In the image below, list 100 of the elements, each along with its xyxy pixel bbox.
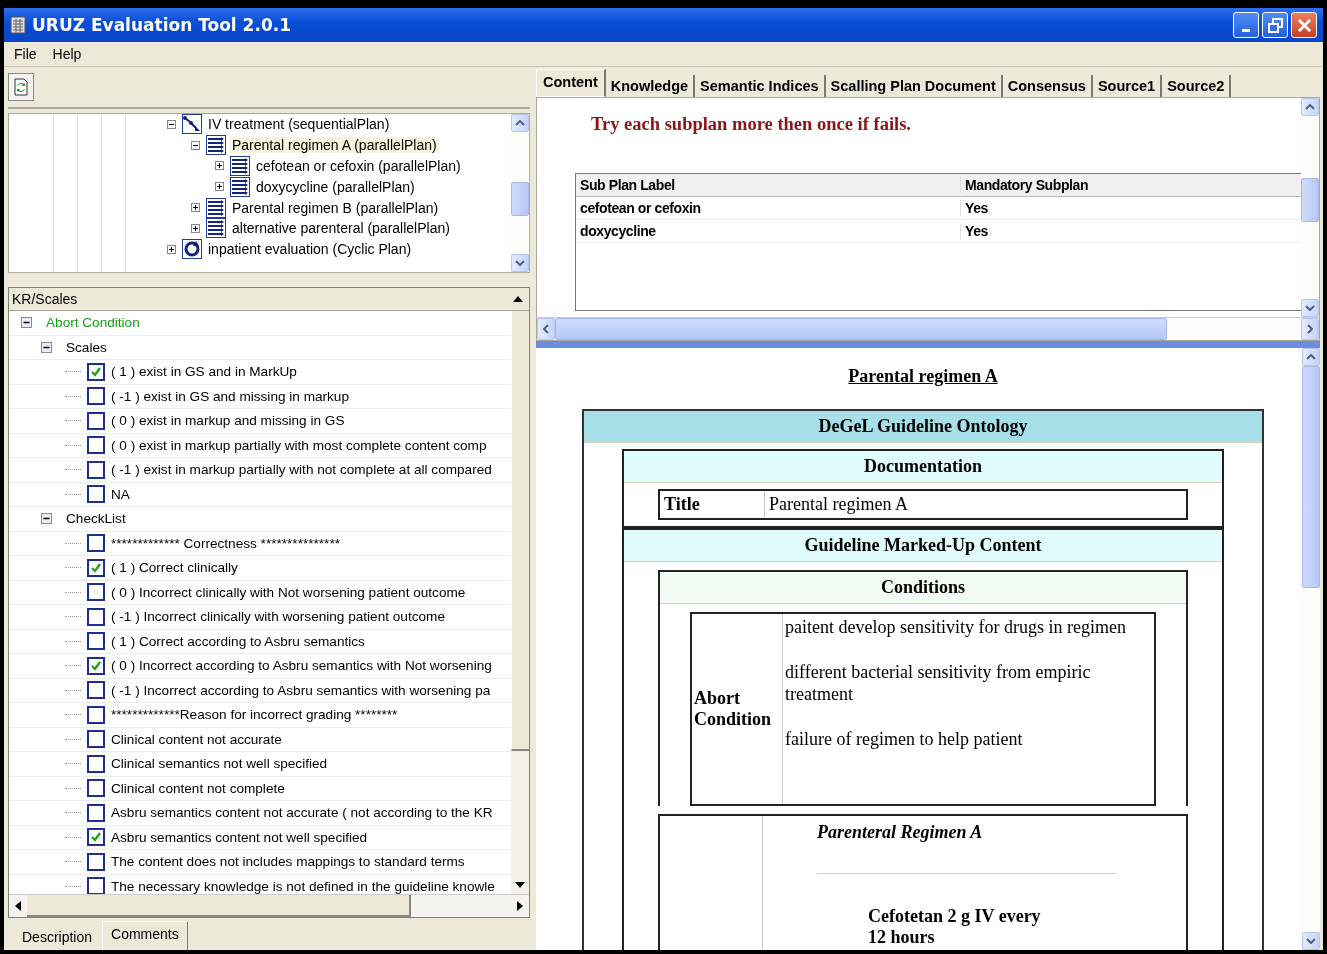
tab[interactable]: Description xyxy=(14,925,101,950)
checkbox[interactable] xyxy=(87,828,105,847)
checklist-item[interactable]: The necessary knowledge is not defined in the guideline knowle xyxy=(111,878,495,894)
checklist-item[interactable]: Clinical content not complete xyxy=(111,780,285,796)
scroll-thumb[interactable] xyxy=(511,311,529,751)
right-triangle-icon xyxy=(517,901,523,911)
checklist-item[interactable]: The content does not includes mappings to standard terms xyxy=(111,854,465,870)
scroll-up-button[interactable] xyxy=(511,114,529,132)
tree-item[interactable]: IV treatment (sequentialPlan) xyxy=(206,116,392,133)
collapse-icon[interactable] xyxy=(191,140,200,150)
condition-text: paitent develop sensitivity for drugs in regimen xyxy=(785,616,1127,639)
scroll-thumb[interactable] xyxy=(511,182,529,216)
close-button[interactable] xyxy=(1291,12,1317,38)
up-triangle-icon[interactable] xyxy=(513,296,523,302)
up-chevron-icon xyxy=(1306,354,1316,360)
checkbox[interactable] xyxy=(87,460,105,479)
table-cell-text: doxycycline xyxy=(579,223,657,239)
checkbox[interactable] xyxy=(87,705,105,724)
checklist-item[interactable]: ************* Correctness *************** xyxy=(111,535,340,551)
checkbox[interactable] xyxy=(87,656,105,675)
scroll-up-button[interactable] xyxy=(1302,348,1320,366)
checkbox[interactable] xyxy=(87,803,105,822)
expand-icon[interactable] xyxy=(191,223,200,233)
checkbox[interactable] xyxy=(87,583,105,602)
scroll-thumb[interactable] xyxy=(1301,178,1319,222)
expand-icon[interactable] xyxy=(191,203,200,213)
checkmark-icon xyxy=(90,831,102,844)
checklist-item[interactable]: NA xyxy=(111,486,130,502)
tree-item[interactable]: alternative parenteral (parallelPlan) xyxy=(230,220,452,237)
minimize-button[interactable] xyxy=(1233,12,1259,38)
checklist-item[interactable]: ( -1 ) Incorrect clinically with worsening patient outcome xyxy=(111,609,445,625)
checklist-item[interactable]: Asbru semantics content not well specified xyxy=(111,829,368,845)
checkbox[interactable] xyxy=(87,362,105,381)
tree-node[interactable]: Scales xyxy=(66,339,107,355)
checklist-item[interactable]: Clinical semantics not well specified xyxy=(111,756,328,772)
tree-item[interactable]: Parental regimen A (parallelPlan) xyxy=(230,137,439,154)
checkbox[interactable] xyxy=(87,730,105,749)
tree-node[interactable]: CheckList xyxy=(66,511,126,527)
section-title: Conditions xyxy=(880,577,965,597)
expand-icon[interactable] xyxy=(215,182,224,192)
section-title: DeGeL Guideline Ontology xyxy=(818,416,1028,436)
checklist-item[interactable]: *************Reason for incorrect grading ******** xyxy=(111,707,398,723)
tree-item[interactable]: inpatient evaluation (Cyclic Plan) xyxy=(206,241,414,258)
table-cell-text: cefotean or cefoxin xyxy=(579,200,702,216)
checklist-item[interactable]: ( 1 ) Correct clinically xyxy=(111,560,238,576)
scroll-thumb[interactable] xyxy=(1302,366,1320,588)
checkbox[interactable] xyxy=(87,411,105,430)
checklist-item[interactable]: ( 0 ) Incorrect according to Asbru semantics with Not worsening xyxy=(111,658,492,674)
checklist-item[interactable]: ( 0 ) Incorrect clinically with Not worsening patient outcome xyxy=(111,584,466,600)
scroll-thumb[interactable] xyxy=(555,318,1167,340)
checklist-item[interactable]: ( 1 ) Correct according to Asbru semantics xyxy=(111,633,365,649)
tree-item[interactable]: cefotean or cefoxin (parallelPlan) xyxy=(254,158,463,174)
checklist-item[interactable]: Clinical content not accurate xyxy=(111,731,282,747)
scroll-thumb[interactable] xyxy=(27,895,411,917)
checklist-item[interactable]: ( -1 ) exist in markup partially with not complete at all compared xyxy=(111,462,492,478)
checkbox[interactable] xyxy=(87,632,105,651)
tree-item[interactable]: doxycycline (parallelPlan) xyxy=(254,178,417,195)
checkbox[interactable] xyxy=(87,754,105,773)
refresh-button[interactable] xyxy=(8,73,34,101)
checkbox[interactable] xyxy=(87,436,105,455)
checkbox[interactable] xyxy=(87,779,105,798)
note-text: Try each subplan more then once if fails. xyxy=(591,114,912,135)
restore-button[interactable] xyxy=(1262,12,1288,38)
checkbox[interactable] xyxy=(87,558,105,577)
checkbox[interactable] xyxy=(87,852,105,871)
checkbox[interactable] xyxy=(87,877,105,894)
menu-item[interactable]: Help xyxy=(52,46,82,62)
checklist-item[interactable]: ( -1 ) exist in GS and missing in markup xyxy=(111,388,349,404)
expand-icon[interactable] xyxy=(167,244,176,254)
left-triangle-icon xyxy=(15,901,21,911)
collapse-icon[interactable] xyxy=(41,341,52,353)
close-icon xyxy=(1297,18,1311,32)
tree-node[interactable]: Abort Condition xyxy=(46,315,140,331)
minimize-icon xyxy=(1242,28,1250,32)
condition-text: failure of regimen to help patient xyxy=(785,727,1024,750)
collapse-icon[interactable] xyxy=(41,513,52,525)
app-icon xyxy=(10,16,26,34)
collapse-icon[interactable] xyxy=(167,119,176,129)
checklist-item[interactable]: Asbru semantics content not accurate ( not according to the KR xyxy=(111,805,493,821)
tree-item[interactable]: Parental regimen B (parallelPlan) xyxy=(230,199,441,216)
restore-icon xyxy=(1267,17,1283,33)
checklist-item[interactable]: ( 0 ) exist in markup and missing in GS xyxy=(111,413,345,429)
checkbox[interactable] xyxy=(87,681,105,700)
document-heading: Parental regimen A xyxy=(848,366,998,386)
menu-item[interactable]: File xyxy=(14,46,37,62)
condition-text: different bacterial sensitivity from empiric treatment xyxy=(785,660,1092,706)
checkbox[interactable] xyxy=(87,534,105,553)
expand-icon[interactable] xyxy=(215,161,224,171)
scroll-up-button[interactable] xyxy=(1301,98,1319,116)
checkbox[interactable] xyxy=(87,607,105,626)
checklist-item[interactable]: ( 1 ) exist in GS and in MarkUp xyxy=(111,364,297,380)
collapse-icon[interactable] xyxy=(21,317,32,329)
condition-label: Abort Condition xyxy=(694,688,773,730)
checklist-item[interactable]: ( 0 ) exist in markup partially with most complete content comp xyxy=(111,437,487,453)
field-value: Parental regimen A xyxy=(768,493,909,516)
checkbox[interactable] xyxy=(87,387,105,406)
tab[interactable]: Comments xyxy=(102,921,188,950)
checkbox[interactable] xyxy=(87,485,105,504)
checklist-item[interactable]: ( -1 ) Incorrect according to Asbru semantics with worsening pa xyxy=(111,682,491,698)
window-title: URUZ Evaluation Tool 2.0.1 xyxy=(32,15,291,35)
